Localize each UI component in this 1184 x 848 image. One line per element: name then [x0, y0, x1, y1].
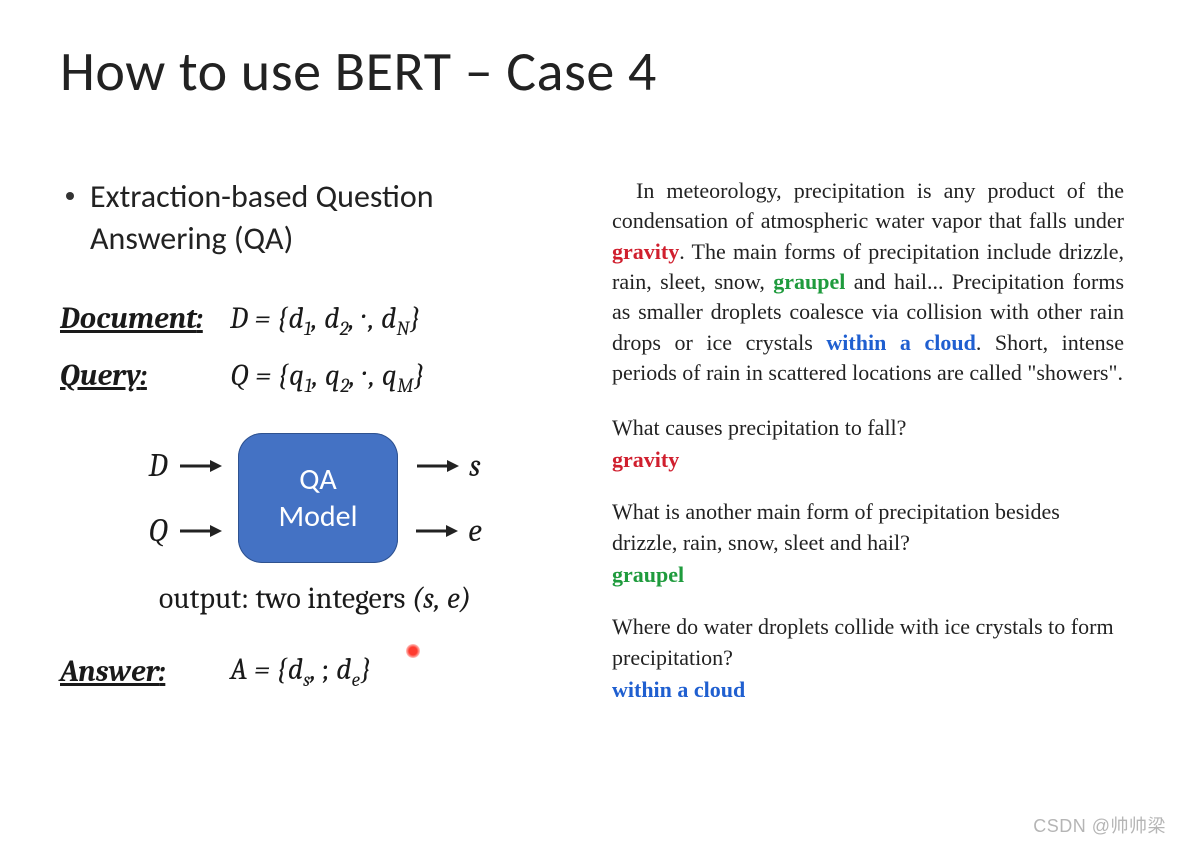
qa-block: What causes precipitation to fall?gravit… — [612, 413, 1124, 476]
right-column: In meteorology, precipitation is any pro… — [612, 176, 1124, 727]
document-expression: D = {d1, d2, ··· , dN} — [230, 301, 420, 340]
qa-box-line2: Model — [278, 498, 357, 536]
answer-text: graupel — [612, 560, 1124, 590]
output-description: output: two integers (s, e) — [60, 581, 570, 616]
output-e: e — [468, 512, 482, 549]
qa-block: Where do water droplets collide with ice… — [612, 612, 1124, 705]
passage-highlight-cloud: within a cloud — [826, 330, 975, 355]
two-column-layout: Extraction-based Question Answering (QA)… — [60, 176, 1124, 727]
output-tuple: (s, e) — [412, 581, 471, 616]
qa-model-box: QA Model — [238, 433, 398, 563]
left-column: Extraction-based Question Answering (QA)… — [60, 176, 570, 727]
answer-label: Answer — [60, 654, 159, 689]
output-prefix: output: two integers — [159, 581, 412, 616]
arrow-right-icon — [178, 522, 222, 540]
answer-text: gravity — [612, 445, 1124, 475]
answer-expression: A = {ds, ···, de} — [230, 652, 371, 691]
watermark: CSDN @帅帅梁 — [1033, 812, 1166, 838]
question-text: Where do water droplets collide with ice… — [612, 612, 1124, 673]
diagram-inputs: D Q — [148, 447, 222, 549]
slide: How to use BERT – Case 4 Extraction-base… — [0, 0, 1184, 848]
page-title: How to use BERT – Case 4 — [60, 38, 1124, 106]
arrow-right-icon — [178, 457, 222, 475]
output-s: s — [469, 447, 481, 484]
arrow-right-icon — [414, 522, 458, 540]
bullet-text: Extraction-based Question Answering (QA) — [90, 176, 570, 259]
arrow-right-icon — [415, 457, 459, 475]
bullet-item: Extraction-based Question Answering (QA) — [60, 176, 570, 259]
passage-highlight-gravity: gravity — [612, 239, 679, 264]
qa-model-diagram: D Q QA Model s — [60, 433, 570, 563]
diagram-outputs: s e — [414, 447, 482, 549]
answer-definition: Answer: A = {ds, ···, de} — [60, 652, 570, 691]
document-label: Document — [60, 301, 197, 336]
question-text: What is another main form of precipitati… — [612, 497, 1124, 558]
query-definition: Query: Q = {q1, q2, ··· , qM} — [60, 358, 570, 397]
input-q: Q — [148, 512, 168, 549]
question-text: What causes precipitation to fall? — [612, 413, 1124, 443]
laser-pointer-icon — [406, 644, 420, 658]
passage-part1: In meteorology, precipitation is any pro… — [612, 178, 1124, 233]
query-expression: Q = {q1, q2, ··· , qM} — [230, 358, 425, 397]
input-d: D — [148, 447, 167, 484]
bullet-dot-icon — [66, 192, 74, 200]
passage-text: In meteorology, precipitation is any pro… — [612, 176, 1124, 389]
qa-list: What causes precipitation to fall?gravit… — [612, 413, 1124, 706]
passage-highlight-graupel: graupel — [773, 269, 845, 294]
qa-block: What is another main form of precipitati… — [612, 497, 1124, 590]
answer-text: within a cloud — [612, 675, 1124, 705]
qa-box-line1: QA — [299, 461, 337, 499]
document-definition: Document: D = {d1, d2, ··· , dN} — [60, 301, 570, 340]
query-label: Query — [60, 358, 141, 393]
